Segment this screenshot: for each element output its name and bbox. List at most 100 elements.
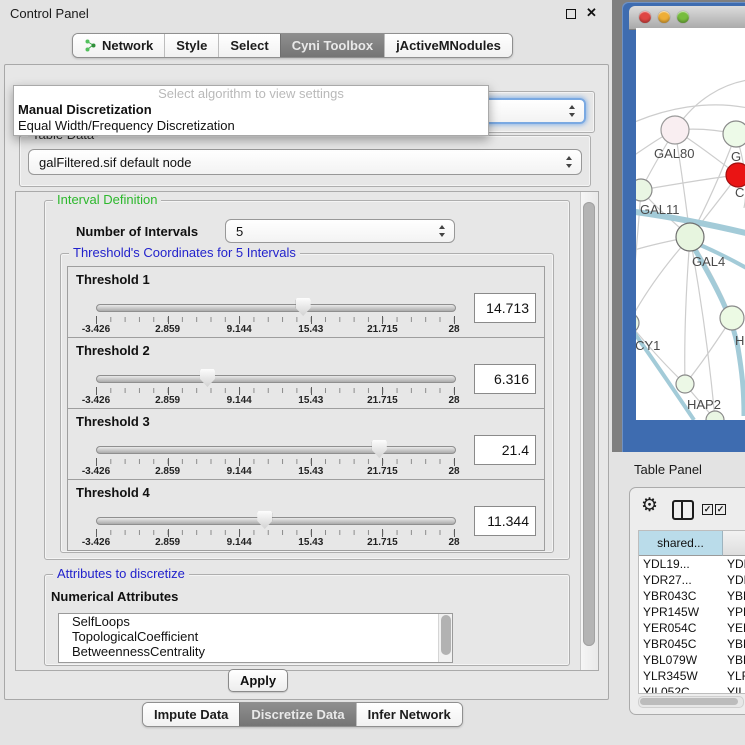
table-cell: YPR145W (643, 605, 699, 619)
tab-select-label: Select (230, 38, 268, 53)
slider-thumb[interactable] (257, 511, 272, 529)
slider-major-tick (311, 316, 312, 324)
threshold-value-box[interactable]: 14.713 (474, 293, 536, 323)
threshold-slider[interactable]: -3.4262.8599.14415.4321.71528 (96, 439, 454, 477)
settings-scrollbar-thumb[interactable] (583, 202, 595, 646)
tab-impute-data[interactable]: Impute Data (143, 703, 239, 726)
network-node-label: GAL11 (640, 202, 680, 217)
zoom-traffic-light[interactable] (677, 11, 689, 23)
table-row[interactable]: YBL079WYBL0 (639, 652, 745, 668)
slider-tick-label: 28 (448, 324, 459, 335)
dropdown-hint-item[interactable]: Select algorithm to view settings (14, 86, 488, 102)
settings-vertical-scrollbar[interactable] (580, 192, 598, 670)
dropdown-item-manual-discretization[interactable]: Manual Discretization (14, 102, 488, 118)
network-node[interactable] (723, 121, 745, 147)
column-header-name[interactable]: na (723, 531, 745, 556)
gear-icon[interactable]: ⚙ (641, 494, 658, 517)
checkbox-icon-2[interactable]: ✓ (715, 504, 726, 515)
slider-thumb[interactable] (372, 440, 387, 458)
threshold-value-box[interactable]: 11.344 (474, 506, 536, 536)
node-attribute-table[interactable]: shared... na YDL19...YDL1YDR27...YDR2YBR… (638, 530, 745, 694)
interval-definition-group: Interval Definition Number of Intervals … (44, 200, 570, 560)
network-node[interactable] (676, 223, 704, 251)
table-row[interactable]: YDR27...YDR2 (639, 572, 745, 588)
network-canvas[interactable]: GAL80GCGAL11GAL4HGCY1HAP2 (636, 28, 745, 420)
threshold-value-box[interactable]: 21.4 (474, 435, 536, 465)
network-view-window: GAL80GCGAL11GAL4HGCY1HAP2 (622, 2, 745, 452)
slider-tick-label: 2.859 (155, 395, 180, 406)
slider-major-tick (96, 458, 97, 466)
table-data-combobox[interactable]: galFiltered.sif default node (28, 149, 582, 175)
network-node[interactable] (720, 306, 744, 330)
threshold-value-box[interactable]: 6.316 (474, 364, 536, 394)
list-item[interactable]: TopologicalCoefficient (59, 629, 452, 644)
split-columns-icon[interactable] (672, 500, 694, 520)
network-node-label: H (735, 333, 744, 348)
table-cell: YIL0 (727, 685, 745, 694)
table-row[interactable]: YIL052CYIL0 (639, 684, 745, 694)
dropdown-item-equal-width-frequency[interactable]: Equal Width/Frequency Discretization (14, 118, 488, 134)
number-of-intervals-combobox[interactable]: 5 (225, 219, 455, 243)
network-node[interactable] (726, 163, 745, 187)
float-window-icon[interactable] (566, 9, 576, 19)
slider-tick-label: 9.144 (227, 537, 252, 548)
slider-minor-ticks (96, 317, 454, 322)
network-edge (636, 105, 745, 124)
slider-track[interactable] (96, 304, 456, 312)
network-node-label: HAP2 (687, 397, 721, 412)
checkbox-icon-1[interactable]: ✓ (702, 504, 713, 515)
close-icon[interactable]: ✕ (586, 5, 597, 21)
table-horizontal-scrollbar[interactable] (638, 696, 744, 708)
attributes-scrollbar-thumb[interactable] (441, 615, 451, 655)
attributes-list-scrollbar[interactable] (438, 614, 452, 662)
threshold-slider[interactable]: -3.4262.8599.14415.4321.71528 (96, 510, 454, 548)
network-edge (685, 237, 690, 384)
close-traffic-light[interactable] (639, 11, 651, 23)
table-row[interactable]: YER054CYER0 (639, 620, 745, 636)
table-row[interactable]: YBR043CYBR0 (639, 588, 745, 604)
slider-major-tick (239, 458, 240, 466)
slider-track[interactable] (96, 375, 456, 383)
slider-track[interactable] (96, 446, 456, 454)
minimize-traffic-light[interactable] (658, 11, 670, 23)
table-hscrollbar-thumb[interactable] (640, 698, 738, 705)
table-cell: YBL0 (727, 653, 745, 667)
apply-button[interactable]: Apply (228, 669, 288, 692)
tab-style[interactable]: Style (164, 34, 218, 57)
threshold-slider[interactable]: -3.4262.8599.14415.4321.71528 (96, 297, 454, 335)
tab-infer-network[interactable]: Infer Network (356, 703, 462, 726)
tab-discretize-data[interactable]: Discretize Data (239, 703, 355, 726)
table-row[interactable]: YPR145WYPR1 (639, 604, 745, 620)
column-header-shared[interactable]: shared... (639, 531, 723, 556)
slider-minor-ticks (96, 388, 454, 393)
slider-track[interactable] (96, 517, 456, 525)
slider-tick-label: -3.426 (82, 395, 110, 406)
slider-thumb[interactable] (200, 369, 215, 387)
tab-network[interactable]: Network (73, 34, 164, 57)
slider-major-tick (168, 387, 169, 395)
slider-tick-label: 2.859 (155, 537, 180, 548)
slider-tick-label: 15.43 (298, 537, 323, 548)
tab-select[interactable]: Select (218, 34, 279, 57)
tab-jactivemnodules[interactable]: jActiveMNodules (384, 34, 512, 57)
table-row[interactable]: YLR345WYLR3 (639, 668, 745, 684)
control-panel-titlebar[interactable]: Control Panel ✕ (0, 0, 612, 26)
threshold-slider[interactable]: -3.4262.8599.14415.4321.71528 (96, 368, 454, 406)
tab-cyni-toolbox[interactable]: Cyni Toolbox (280, 34, 384, 57)
list-item[interactable]: SelfLoops (59, 614, 452, 629)
network-node[interactable] (636, 179, 652, 201)
table-panel-inner: ⚙ ✓ ✓ shared... na YDL19...YDL1YDR27...Y… (629, 487, 745, 715)
slider-major-tick (454, 316, 455, 324)
numerical-attributes-list[interactable]: SelfLoopsTopologicalCoefficientBetweenne… (58, 613, 453, 663)
table-row[interactable]: YDL19...YDL1 (639, 556, 745, 572)
slider-thumb[interactable] (296, 298, 311, 316)
right-column: GAL80GCGAL11GAL4HGCY1HAP2 Table Panel ⚙ … (612, 0, 745, 745)
network-window-titlebar[interactable] (629, 6, 745, 30)
screen: { "window": {"title": "Control Panel"}, … (0, 0, 745, 745)
network-node[interactable] (636, 313, 639, 333)
network-node[interactable] (676, 375, 694, 393)
table-row[interactable]: YBR045CYBR0 (639, 636, 745, 652)
list-item[interactable]: BetweennessCentrality (59, 644, 452, 659)
slider-major-tick (96, 316, 97, 324)
network-node[interactable] (661, 116, 689, 144)
